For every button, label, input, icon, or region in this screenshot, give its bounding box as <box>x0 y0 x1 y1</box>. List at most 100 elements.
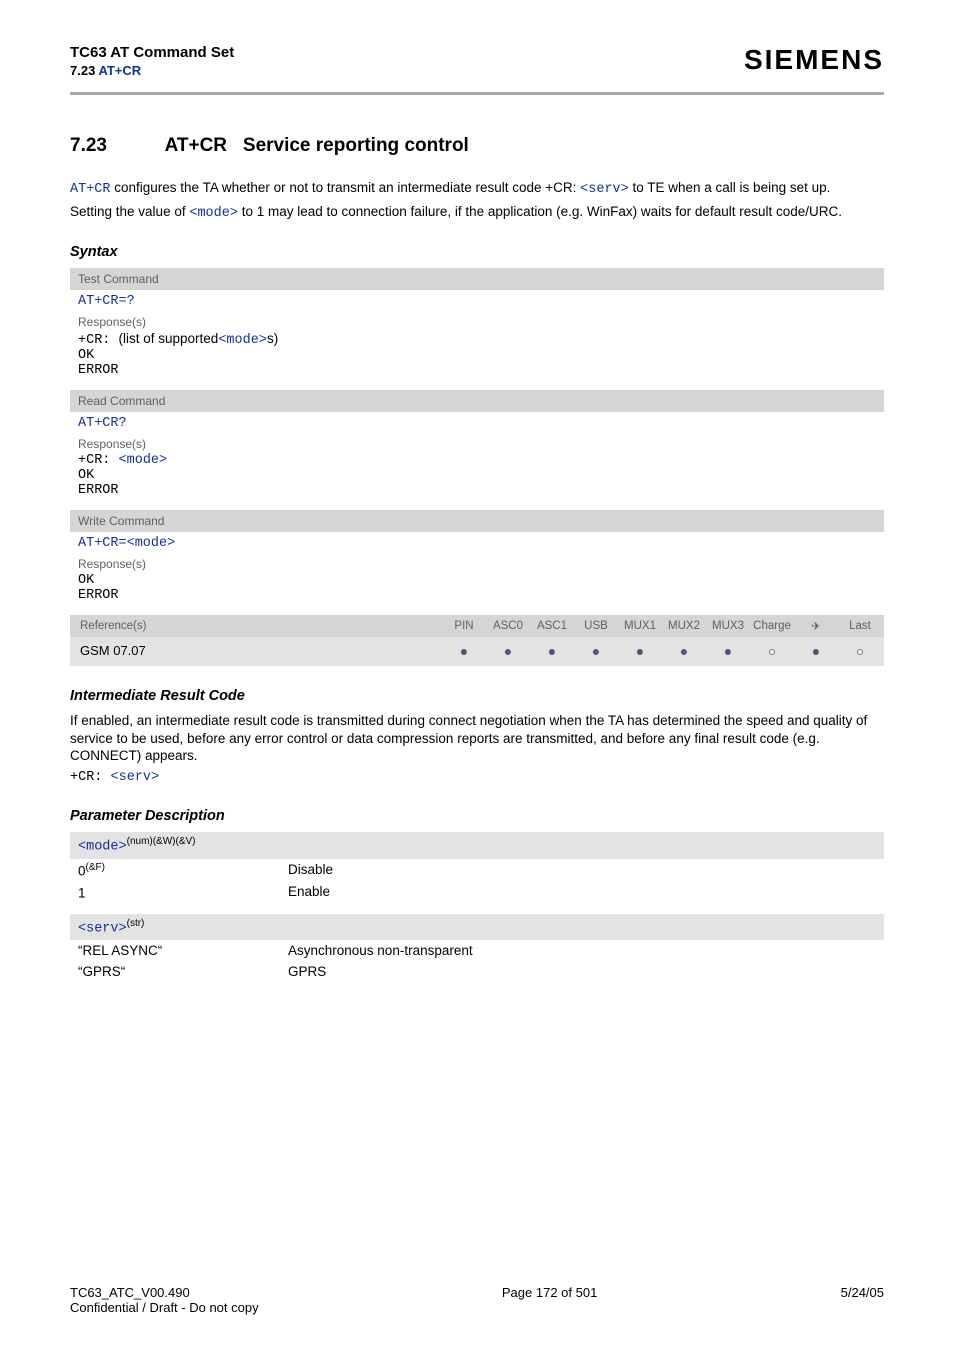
ref-dot-last <box>838 644 882 658</box>
param-mode-attrs: (num)(&W)(&V) <box>127 836 196 847</box>
syntax-read-err: ERROR <box>78 483 119 498</box>
ref-col-mux2: MUX2 <box>662 620 706 632</box>
param-mode-key-0-val: 0 <box>78 863 86 878</box>
param-mode-key-0-sup: (&F) <box>86 862 105 873</box>
syntax-test-block: Test Command AT+CR=? Response(s) +CR: (l… <box>70 268 884 386</box>
header-left: TC63 AT Command Set 7.23 AT+CR <box>70 44 234 78</box>
ref-dot-pin <box>442 644 486 658</box>
param-mode-val-0: Disable <box>288 862 876 879</box>
param-mode: <mode>(num)(&W)(&V) 0(&F) Disable 1 Enab… <box>70 832 884 904</box>
footer-right: 5/24/05 <box>841 1285 884 1315</box>
page: TC63 AT Command Set 7.23 AT+CR SIEMENS 7… <box>0 0 954 1351</box>
syntax-write-ok: OK <box>78 573 94 588</box>
ref-dot-usb <box>574 644 618 658</box>
intro-text-3: Setting the value of <box>70 204 189 219</box>
syntax-read-content: AT+CR? Response(s) +CR: <mode> OK ERROR <box>70 412 884 506</box>
footer-left-b: Confidential / Draft - Do not copy <box>70 1300 259 1315</box>
param-serv: <serv>(str) “REL ASYNC“ Asynchronous non… <box>70 914 884 983</box>
syntax-test-err: ERROR <box>78 363 119 378</box>
section-heading: 7.23 AT+CR Service reporting control <box>70 135 884 157</box>
param-mode-name: <mode> <box>78 840 127 855</box>
ref-col-last: Last <box>838 620 882 632</box>
intro-serv-link: <serv> <box>580 182 629 197</box>
param-serv-row-1: “GPRS“ GPRS <box>70 961 884 982</box>
ref-dot-asc1 <box>530 644 574 658</box>
param-mode-row-1: 1 Enable <box>70 881 884 904</box>
doc-subtitle: 7.23 AT+CR <box>70 63 234 78</box>
param-mode-key-1: 1 <box>78 884 288 901</box>
syntax-test-content: AT+CR=? Response(s) +CR: (list of suppor… <box>70 290 884 386</box>
reference-row: GSM 07.07 <box>70 637 884 666</box>
param-serv-val-0: Asynchronous non-transparent <box>288 943 876 958</box>
syntax-test-resp-label: Response(s) <box>78 315 876 329</box>
intro-para-1: AT+CR configures the TA whether or not t… <box>70 179 884 199</box>
ref-dot-asc0 <box>486 644 530 658</box>
param-mode-key-1-val: 1 <box>78 886 86 901</box>
ref-dot-charge <box>750 644 794 658</box>
param-mode-row-0: 0(&F) Disable <box>70 859 884 882</box>
intro-para-2: Setting the value of <mode> to 1 may lea… <box>70 203 884 223</box>
param-serv-attrs: (str) <box>127 918 145 929</box>
reference-row-label: GSM 07.07 <box>72 643 442 658</box>
param-mode-head: <mode>(num)(&W)(&V) <box>70 832 884 859</box>
param-serv-row-0: “REL ASYNC“ Asynchronous non-transparent <box>70 940 884 961</box>
brand-logo: SIEMENS <box>744 44 884 76</box>
ref-col-charge: Charge <box>750 620 794 632</box>
footer-mid: Page 172 of 501 <box>259 1285 841 1315</box>
syntax-test-bar: Test Command <box>70 268 884 290</box>
section-number: 7.23 <box>70 135 160 157</box>
irc-code-prefix: +CR: <box>70 770 111 785</box>
syntax-write-cmd-a: AT+CR= <box>78 536 127 551</box>
param-serv-name: <serv> <box>78 921 127 936</box>
syntax-read-resp-label: Response(s) <box>78 437 876 451</box>
syntax-read-resp-mode: <mode> <box>119 453 168 468</box>
irc-para: If enabled, an intermediate result code … <box>70 712 884 765</box>
ref-dot-mux2 <box>662 644 706 658</box>
syntax-read-block: Read Command AT+CR? Response(s) +CR: <mo… <box>70 390 884 506</box>
doc-subtitle-cmd: AT+CR <box>98 63 141 78</box>
section-cmd: AT+CR <box>165 135 227 156</box>
syntax-read-resp-prefix: +CR: <box>78 453 119 468</box>
footer-left-a: TC63_ATC_V00.490 <box>70 1285 190 1300</box>
syntax-heading: Syntax <box>70 244 884 260</box>
doc-subtitle-secno: 7.23 <box>70 63 98 78</box>
ref-col-pin: PIN <box>442 620 486 632</box>
syntax-write-resp-label: Response(s) <box>78 557 876 571</box>
ref-dot-mux3 <box>706 644 750 658</box>
ref-col-asc0: ASC0 <box>486 620 530 632</box>
params-heading: Parameter Description <box>70 808 884 824</box>
syntax-write-err: ERROR <box>78 588 119 603</box>
syntax-read-ok: OK <box>78 468 94 483</box>
syntax-test-ok: OK <box>78 348 94 363</box>
intro-text: configures the TA whether or not to tran… <box>111 180 581 195</box>
syntax-read-cmd: AT+CR? <box>78 416 127 431</box>
syntax-test-resp-mode: <mode> <box>218 333 267 348</box>
ref-dot-air <box>794 644 838 658</box>
reference-label: Reference(s) <box>72 620 442 632</box>
reference-header: Reference(s) PIN ASC0 ASC1 USB MUX1 MUX2… <box>70 615 884 637</box>
syntax-write-cmd-b: <mode> <box>127 536 176 551</box>
param-mode-val-1: Enable <box>288 884 876 901</box>
intro-mode-link: <mode> <box>189 206 238 221</box>
irc-code: +CR: <serv> <box>70 769 884 787</box>
param-serv-val-1: GPRS <box>288 964 876 979</box>
syntax-test-cmd: AT+CR=? <box>78 294 135 309</box>
ref-dot-mux1 <box>618 644 662 658</box>
syntax-read-bar: Read Command <box>70 390 884 412</box>
intro-text-4: to 1 may lead to connection failure, if … <box>238 204 842 219</box>
syntax-write-content: AT+CR=<mode> Response(s) OK ERROR <box>70 532 884 611</box>
ref-col-asc1: ASC1 <box>530 620 574 632</box>
ref-col-mux3: MUX3 <box>706 620 750 632</box>
intro-text-2: to TE when a call is being set up. <box>629 180 831 195</box>
param-serv-key-1: “GPRS“ <box>78 964 288 979</box>
ref-col-airplane-icon: ✈ <box>794 619 838 633</box>
syntax-test-resp-suffix: s) <box>267 331 278 346</box>
intro-cmd-link: AT+CR <box>70 182 111 197</box>
page-footer: TC63_ATC_V00.490 Confidential / Draft - … <box>70 1285 884 1315</box>
param-serv-head: <serv>(str) <box>70 914 884 941</box>
doc-title: TC63 AT Command Set <box>70 44 234 61</box>
footer-left: TC63_ATC_V00.490 Confidential / Draft - … <box>70 1285 259 1315</box>
ref-col-mux1: MUX1 <box>618 620 662 632</box>
syntax-test-resp-prefix: +CR: <box>78 333 119 348</box>
header-rule <box>70 92 884 95</box>
